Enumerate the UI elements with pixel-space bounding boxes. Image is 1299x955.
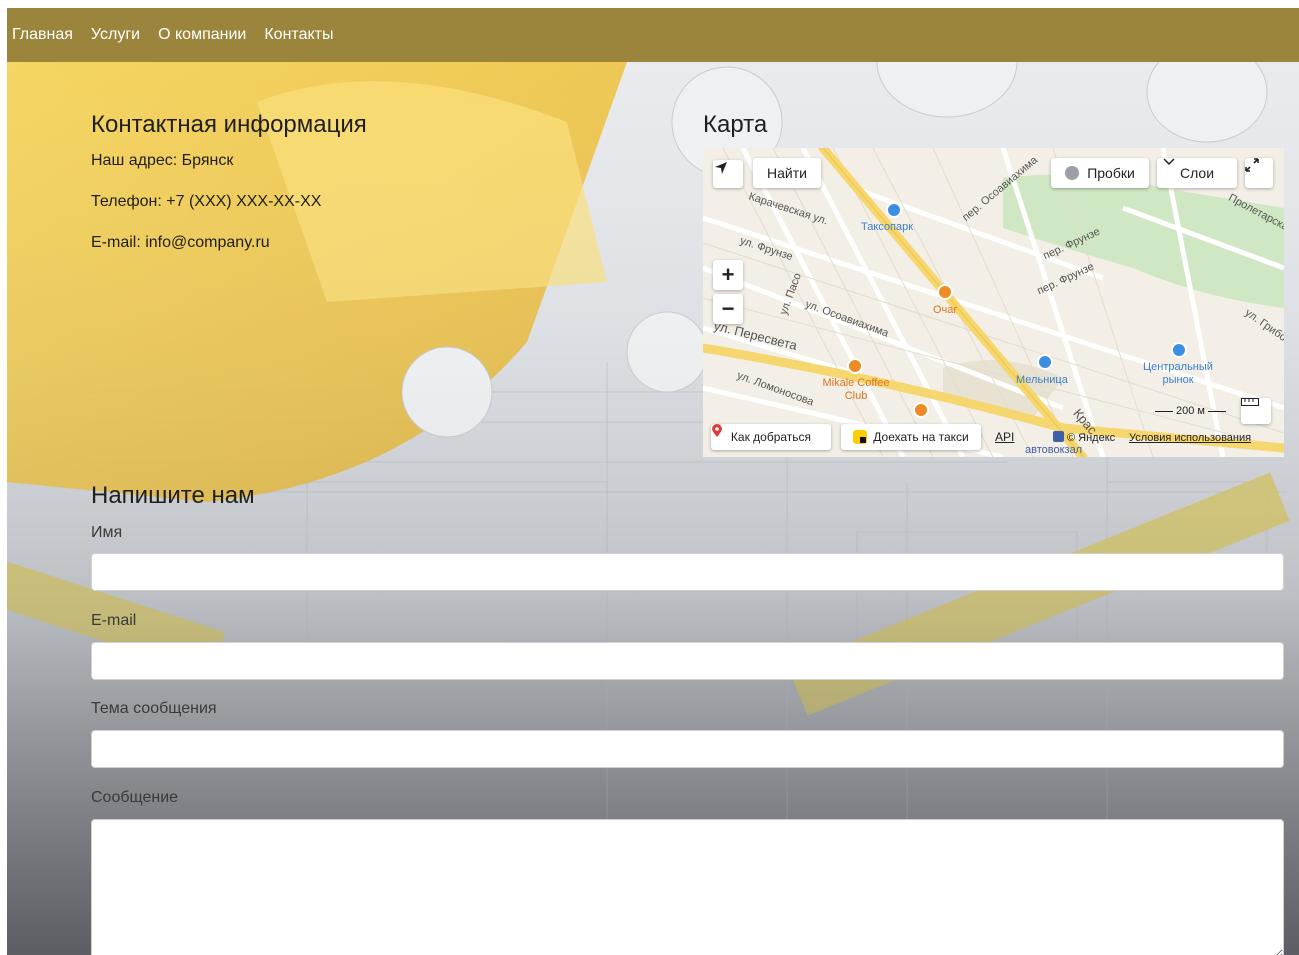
- api-link[interactable]: API: [995, 430, 1014, 444]
- poi-label: Таксопарк: [861, 221, 914, 233]
- scale-label: 200 м: [1176, 405, 1205, 417]
- scale-bar-left: [1155, 410, 1173, 412]
- nav-item-home[interactable]: Главная: [12, 27, 73, 43]
- nav-item-services[interactable]: Услуги: [91, 27, 140, 43]
- find-button[interactable]: Найти: [753, 158, 821, 188]
- geolocation-button[interactable]: [713, 160, 743, 188]
- traffic-button[interactable]: Пробки: [1051, 158, 1149, 188]
- nav-item-about[interactable]: О компании: [158, 27, 246, 43]
- poi-cafe-icon[interactable]: [913, 402, 929, 418]
- copyright-text: © Яндекс: [1067, 432, 1116, 444]
- address-text: Наш адрес: Брянск: [91, 152, 234, 169]
- taxi-button-label: Доехать на такси: [873, 430, 969, 444]
- poi-label: Центральный рынок: [1143, 361, 1213, 386]
- main-content: Контактная информация Наш адрес: Брянск …: [7, 62, 1299, 955]
- name-label: Имя: [91, 524, 123, 541]
- poi-taxi-icon[interactable]: [886, 202, 902, 218]
- zoom-in-button[interactable]: +: [713, 260, 743, 290]
- fullscreen-button[interactable]: [1245, 158, 1273, 188]
- route-button-label: Как добраться: [730, 430, 812, 444]
- location-arrow-icon: [715, 162, 727, 174]
- map-street-label: автовокзал: [1025, 444, 1083, 456]
- taxi-icon: [853, 430, 868, 444]
- map-title: Карта: [703, 111, 768, 138]
- ruler-button[interactable]: [1241, 398, 1271, 424]
- traffic-light-icon: [1065, 166, 1080, 180]
- phone-text: Телефон: +7 (XXX) XXX-XX-XX: [91, 193, 322, 210]
- map-widget[interactable]: Карачевская ул. ул. Фрунзе ул. Пасо ул. …: [703, 148, 1284, 457]
- map-scale: 200 м: [1155, 405, 1226, 417]
- poi-market-icon[interactable]: [1171, 342, 1187, 358]
- poi-label: Очаг: [933, 304, 958, 316]
- map-pin-icon: [712, 424, 722, 437]
- chevron-down-icon: [1163, 158, 1175, 166]
- email-input[interactable]: [91, 642, 1284, 680]
- nav-item-contacts[interactable]: Контакты: [264, 27, 333, 43]
- yandex-logo-icon: [1053, 431, 1064, 442]
- ruler-icon: [1241, 398, 1259, 406]
- message-textarea[interactable]: [91, 819, 1284, 955]
- scale-bar-right: [1207, 410, 1226, 412]
- subject-input[interactable]: [91, 730, 1284, 768]
- traffic-button-label: Пробки: [1087, 165, 1135, 181]
- layers-button-label: Слои: [1179, 165, 1215, 181]
- route-button[interactable]: Как добраться: [711, 424, 831, 450]
- top-navbar: Главная Услуги О компании Контакты: [7, 8, 1299, 62]
- poi-label: Mikale Coffee Club: [822, 377, 890, 402]
- poi-label: Мельница: [1016, 374, 1068, 386]
- email-text: E-mail: info@company.ru: [91, 234, 270, 251]
- poi-coffee-icon[interactable]: [847, 358, 863, 374]
- page-frame: Главная Услуги О компании Контакты Конта…: [7, 8, 1299, 955]
- taxi-button[interactable]: Доехать на такси: [841, 424, 981, 450]
- poi-shop-icon[interactable]: [1037, 354, 1053, 370]
- terms-link[interactable]: Условия использования: [1129, 432, 1251, 444]
- contacts-title: Контактная информация: [91, 111, 367, 138]
- zoom-out-button[interactable]: −: [713, 294, 743, 324]
- email-label: E-mail: [91, 612, 137, 629]
- name-input[interactable]: [91, 553, 1284, 591]
- expand-icon: [1245, 158, 1259, 172]
- subject-label: Тема сообщения: [91, 700, 217, 717]
- poi-cafe-icon[interactable]: [937, 284, 953, 300]
- form-title: Напишите нам: [91, 482, 255, 509]
- message-label: Сообщение: [91, 789, 179, 806]
- layers-button[interactable]: Слои: [1157, 158, 1237, 188]
